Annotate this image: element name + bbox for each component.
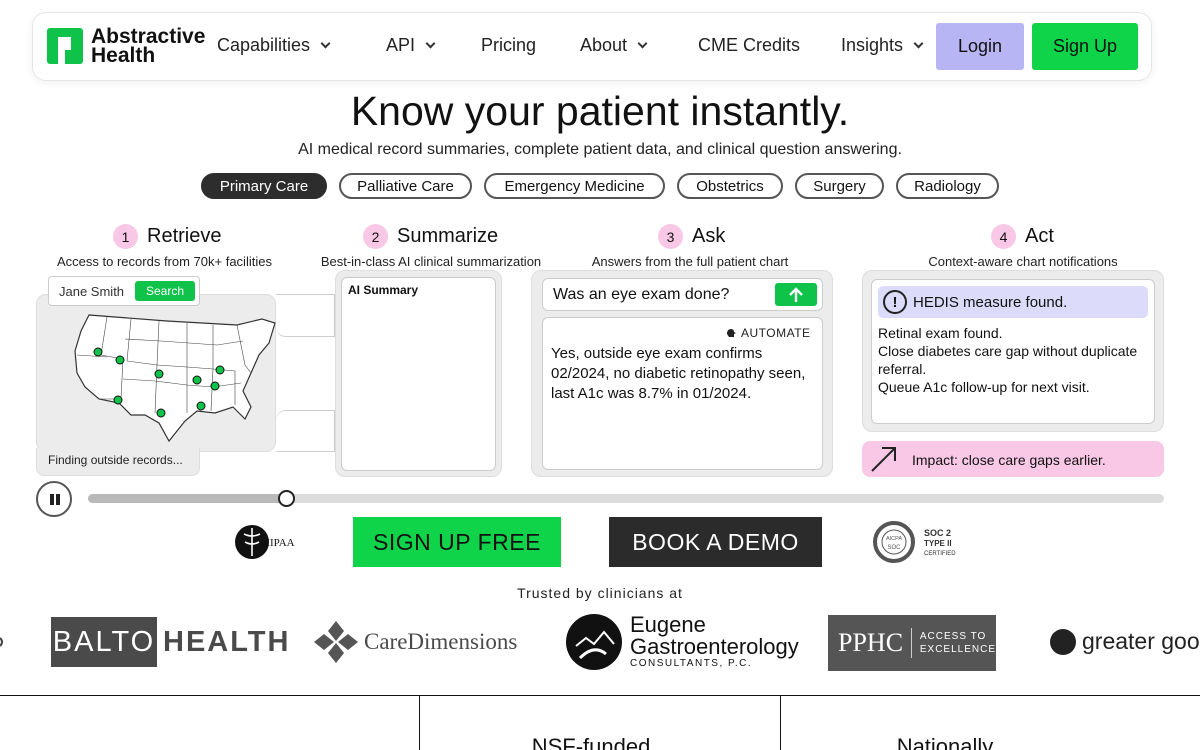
step-act-desc: Context-aware chart notifications (928, 254, 1118, 269)
retrieve-status-text: Finding outside records... (48, 453, 183, 467)
svg-text:TYPE II: TYPE II (924, 539, 952, 548)
signup-button[interactable]: Sign Up (1032, 23, 1138, 70)
care-dimensions-logo: CareDimensions (312, 621, 517, 663)
trusted-by-label: Trusted by clinicians at (517, 585, 683, 601)
step-number-badge: 2 (363, 224, 388, 249)
svg-text:SOC 2: SOC 2 (924, 528, 951, 538)
soc2-badge: AICPA SOC SOC 2 TYPE II CERTIFIED (872, 521, 964, 563)
step-number-badge: 3 (658, 224, 683, 249)
step-summarize-heading: 2 Summarize (363, 224, 498, 249)
step-number-badge: 4 (991, 224, 1016, 249)
balto-health-logo: BALTO HEALTH (51, 617, 290, 667)
map-background (36, 294, 276, 452)
hipaa-badge: HIPAA (232, 522, 304, 562)
patient-search-box[interactable]: Jane Smith Search (48, 276, 200, 306)
step-retrieve-heading: 1 Retrieve (113, 224, 221, 249)
answer-box: AUTOMATE Yes, outside eye exam confirms … (542, 317, 823, 470)
step-ask-heading: 3 Ask (658, 224, 725, 249)
ai-summary-label: AI Summary (348, 283, 419, 297)
svg-text:CERTIFIED: CERTIFIED (924, 551, 956, 557)
flow-connector (276, 294, 335, 337)
pause-button[interactable] (36, 481, 72, 517)
svg-text:HIPAA: HIPAA (262, 537, 295, 549)
answer-text: Yes, outside eye exam confirms 02/2024, … (551, 345, 806, 402)
chevron-down-icon (637, 38, 648, 48)
logo-text: Abstractive Health (91, 25, 206, 67)
step-number-badge: 1 (113, 224, 138, 249)
nav-cme-credits[interactable]: CME Credits (698, 35, 800, 56)
partial-logo (0, 632, 4, 652)
specialty-tab-palliative-care[interactable]: Palliative Care (339, 173, 472, 199)
arrow-up-right-icon (871, 447, 896, 472)
greater-good-mark-icon (1050, 628, 1076, 655)
progress-track[interactable] (88, 490, 1164, 507)
abstractive-health-logo[interactable]: Abstractive Health (47, 25, 206, 67)
sign-up-free-button[interactable]: SIGN UP FREE (353, 517, 561, 567)
chevron-down-icon (425, 38, 436, 48)
retrieve-panel: Jane Smith Search Finding outside record… (36, 270, 276, 476)
specialty-tab-primary-care[interactable]: Primary Care (201, 173, 327, 199)
chevron-down-icon (913, 38, 924, 48)
nav-capabilities[interactable]: Capabilities (217, 35, 331, 56)
pause-icon (50, 494, 54, 505)
greater-good-logo: greater good (1050, 628, 1200, 655)
eugene-mark-icon (566, 614, 622, 670)
search-button[interactable]: Search (135, 281, 195, 301)
nav-about[interactable]: About (580, 35, 648, 56)
top-navbar: Abstractive Health Capabilities API Pric… (32, 12, 1152, 81)
svg-text:AICPA: AICPA (886, 536, 902, 542)
automate-label[interactable]: AUTOMATE (725, 326, 811, 340)
care-dimensions-mark-icon (314, 621, 358, 663)
nsf-funded-heading: NSF-funded (531, 734, 651, 750)
section-divider (0, 695, 1200, 696)
column-divider (419, 695, 420, 750)
alert-icon: ! (883, 290, 907, 314)
column-divider (780, 695, 781, 750)
specialty-tab-emergency-medicine[interactable]: Emergency Medicine (484, 173, 665, 199)
step-act-heading: 4 Act (991, 224, 1054, 249)
hero-title: Know your patient instantly. (350, 88, 850, 134)
eugene-gastroenterology-logo: Eugene Gastroenterology CONSULTANTS, P.C… (566, 614, 799, 670)
nationally-heading: Nationally (896, 734, 994, 750)
pphc-logo: PPHC ACCESS TO EXCELLENCE (828, 615, 996, 671)
notification-text: Retinal exam found. Close diabetes care … (878, 325, 1138, 395)
step-ask-desc: Answers from the full patient chart (591, 254, 789, 269)
specialty-tab-obstetrics[interactable]: Obstetrics (677, 173, 783, 199)
specialty-tab-surgery[interactable]: Surgery (795, 173, 884, 199)
question-text: Was an eye exam done? (553, 286, 730, 303)
automate-icon (727, 329, 736, 337)
logo-mark-icon (47, 28, 83, 64)
specialty-tab-radiology[interactable]: Radiology (896, 173, 999, 199)
flow-connector (276, 410, 335, 452)
chevron-down-icon (320, 38, 331, 48)
patient-name-input[interactable]: Jane Smith (59, 284, 124, 299)
svg-text:SOC: SOC (887, 545, 901, 551)
login-button[interactable]: Login (936, 23, 1024, 70)
arrow-up-icon (789, 286, 803, 302)
progress-fill (88, 494, 286, 503)
hero-subtitle: AI medical record summaries, complete pa… (298, 141, 902, 158)
nav-api[interactable]: API (386, 35, 436, 56)
hedis-alert: ! HEDIS measure found. (878, 286, 1148, 318)
question-input[interactable]: Was an eye exam done? (542, 278, 823, 311)
us-map-icon (74, 314, 276, 443)
step-retrieve-desc: Access to records from 70k+ facilities (57, 254, 272, 269)
book-demo-button[interactable]: BOOK A DEMO (609, 517, 822, 567)
nav-pricing[interactable]: Pricing (481, 35, 536, 56)
step-summarize-desc: Best-in-class AI clinical summarization (320, 254, 542, 269)
nav-insights[interactable]: Insights (841, 35, 924, 56)
ai-summary-box (341, 277, 496, 471)
submit-question-button[interactable] (775, 283, 817, 306)
impact-banner: Impact: close care gaps earlier. (862, 441, 1164, 477)
progress-thumb[interactable] (277, 490, 295, 507)
